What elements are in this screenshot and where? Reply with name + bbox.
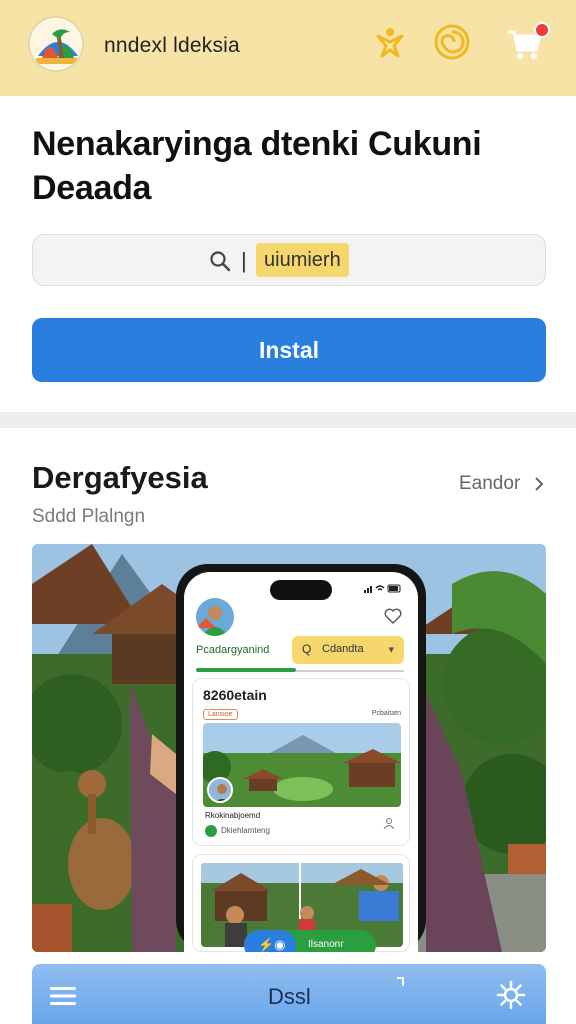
listing-image (203, 723, 401, 807)
cart-badge (534, 22, 550, 38)
phone-search-icon: Q (302, 642, 312, 656)
phone-avatar[interactable] (196, 598, 234, 636)
status-bar-icons (364, 584, 401, 593)
action-pill-label: Ilsanonr (308, 939, 344, 950)
listing-tag: Lansioe (203, 709, 238, 720)
search-icon (210, 251, 231, 272)
search-bar[interactable]: | uiumierh (32, 234, 546, 286)
app-logo[interactable] (28, 16, 84, 72)
section-title: Dergafyesia (32, 460, 208, 495)
user-icon[interactable] (383, 817, 395, 829)
star-person-icon[interactable] (370, 22, 410, 62)
bottom-nav-label[interactable]: Dssl (268, 984, 311, 1010)
section-divider (0, 412, 576, 428)
search-input[interactable]: uiumierh (256, 243, 349, 277)
listing-caption: Rkokinabjoemd (205, 811, 261, 820)
phone-search-text: Cdandta (322, 643, 364, 655)
action-pill[interactable]: ⚡◉ Ilsanonr (244, 930, 376, 952)
swirl-icon[interactable] (432, 22, 472, 62)
tab-divider (296, 670, 404, 672)
text-cursor: | (241, 248, 247, 273)
chevron-right-icon[interactable] (532, 475, 546, 493)
listing-meta: Pcbaitatn (371, 710, 401, 717)
share-icon: ⚡◉ (258, 937, 286, 952)
install-button[interactable]: Instal (32, 318, 546, 382)
chevron-down-icon: ▾ (388, 644, 394, 656)
phone-search[interactable]: Q Cdandta ▾ (292, 636, 404, 664)
bottom-nav: Dssl (32, 964, 546, 1024)
active-tab-indicator (196, 668, 296, 672)
phone-notch (270, 580, 332, 600)
phone-screen: Pcadargyanind Q Cdandta ▾ 8260etain Lans… (184, 572, 418, 952)
listing-avatar (207, 777, 233, 803)
share-toggle[interactable]: ⚡◉ (244, 930, 296, 952)
page-title: Nenakaryinga dtenki Cukuni Deaada (32, 125, 482, 207)
see-all-link[interactable]: Eandor (459, 473, 520, 495)
heart-icon[interactable] (384, 608, 402, 624)
phone-brand: Pcadargyanind (196, 644, 270, 656)
promo-image[interactable]: Pcadargyanind Q Cdandta ▾ 8260etain Lans… (32, 544, 546, 952)
listing-subcaption: Dkiehlamteng (221, 826, 270, 835)
phone-mockup: Pcadargyanind Q Cdandta ▾ 8260etain Lans… (176, 564, 426, 952)
listing-card[interactable]: 8260etain Lansioe Pcbaitatn Rkokinabjoem… (192, 678, 410, 846)
check-icon (205, 825, 217, 837)
menu-icon[interactable] (50, 986, 76, 1006)
app-name: nndexl ldeksia (104, 34, 240, 57)
listing-title: 8260etain (203, 687, 267, 703)
arrow-icon (397, 977, 404, 986)
gear-icon[interactable] (496, 980, 526, 1010)
top-bar: nndexl ldeksia (0, 0, 576, 96)
section-subtitle: Sddd Plalngn (32, 506, 146, 527)
